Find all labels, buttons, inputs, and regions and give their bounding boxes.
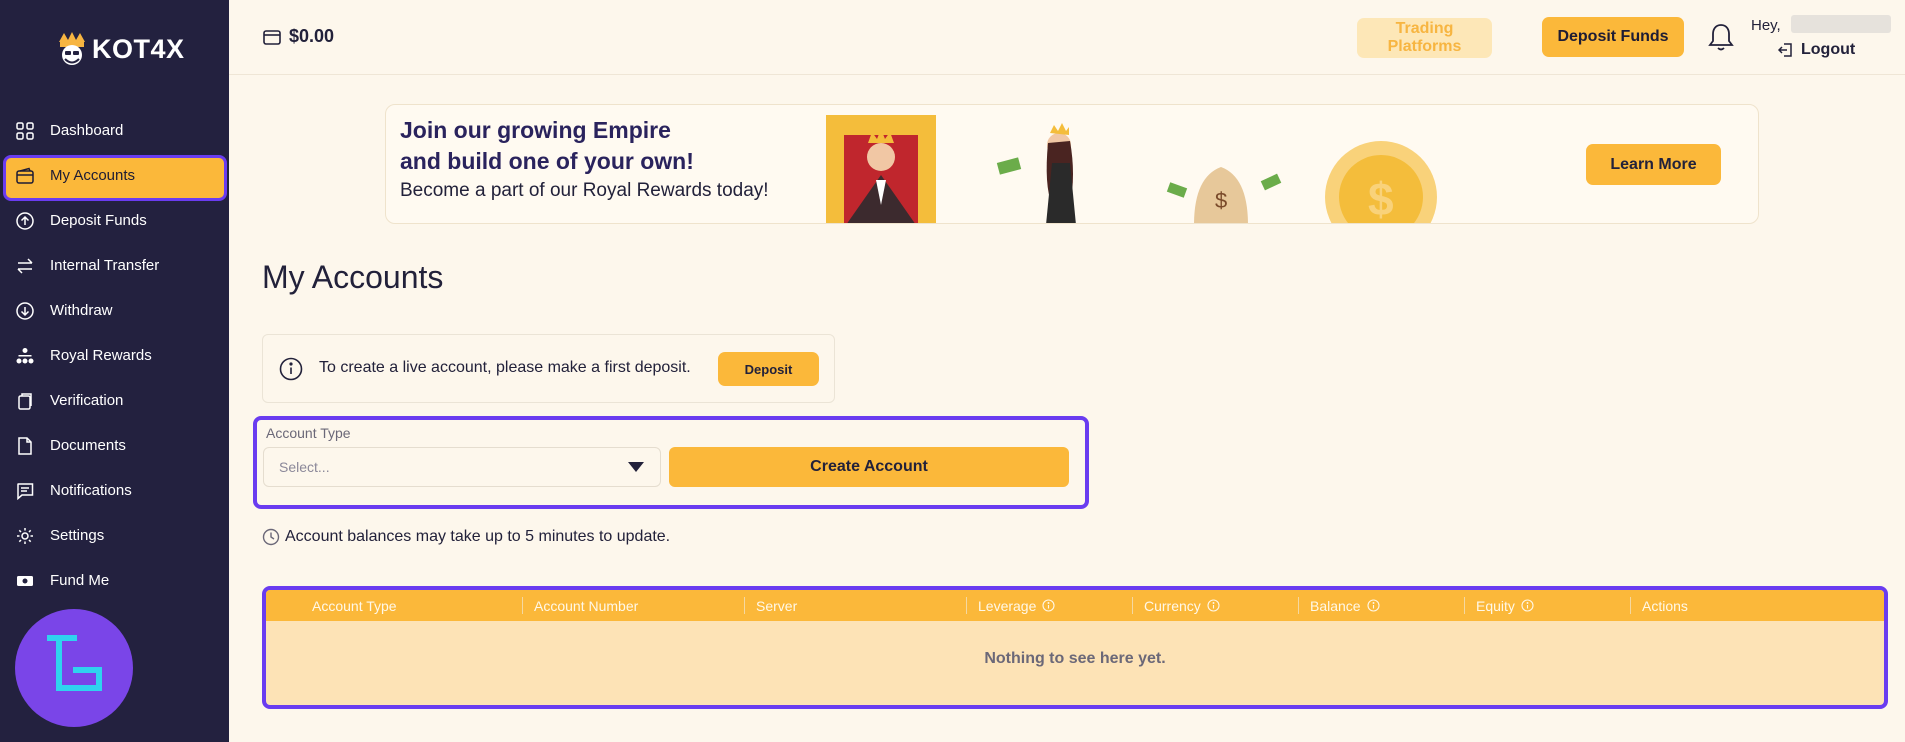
sidebar-item-label: Royal Rewards — [50, 347, 152, 364]
banner-illustration: $ $ — [826, 115, 1437, 224]
account-type-select[interactable]: Select... — [263, 447, 661, 487]
sidebar: KOT4X Dashboard My Accounts Deposit Fund… — [0, 0, 229, 742]
svg-text:$: $ — [1215, 188, 1227, 213]
learn-more-button[interactable]: Learn More — [1586, 144, 1721, 185]
column-header-server: Server — [744, 590, 797, 621]
page-title: My Accounts — [262, 259, 444, 295]
info-icon[interactable] — [1207, 599, 1220, 612]
sidebar-item-internal-transfer[interactable]: Internal Transfer — [0, 243, 229, 288]
wallet-icon — [263, 29, 281, 45]
sidebar-item-dashboard[interactable]: Dashboard — [0, 108, 229, 153]
arrow-up-circle-icon — [15, 211, 35, 231]
deposit-funds-button[interactable]: Deposit Funds — [1542, 17, 1684, 57]
wallet-icon — [15, 166, 35, 186]
promo-banner: Join our growing Empire and build one of… — [385, 104, 1759, 224]
document-copy-icon — [15, 391, 35, 411]
king-logo-icon — [59, 32, 85, 65]
hierarchy-icon — [15, 346, 35, 366]
svg-text:$: $ — [1368, 173, 1394, 224]
column-header-balance: Balance — [1298, 590, 1380, 621]
sidebar-item-label: My Accounts — [50, 167, 136, 184]
sidebar-item-royal-rewards[interactable]: Royal Rewards — [0, 333, 229, 378]
username-redacted — [1791, 15, 1891, 33]
sidebar-item-notifications[interactable]: Notifications — [0, 468, 229, 513]
balance-update-note: Account balances may take up to 5 minute… — [262, 528, 670, 546]
trading-platforms-button[interactable]: Trading Platforms — [1357, 18, 1492, 58]
message-icon — [15, 481, 35, 501]
transfer-arrows-icon — [15, 256, 35, 276]
balance-value: $0.00 — [289, 26, 335, 46]
deposit-button[interactable]: Deposit — [718, 352, 819, 386]
header-divider — [229, 74, 1905, 75]
sidebar-item-label: Verification — [50, 392, 124, 409]
note-text: Account balances may take up to 5 minute… — [285, 528, 671, 545]
arrow-down-circle-icon — [15, 301, 35, 321]
banner-subtext: Become a part of our Royal Rewards today… — [400, 180, 769, 201]
clock-icon — [262, 528, 280, 546]
sidebar-item-verification[interactable]: Verification — [0, 378, 229, 423]
logout-icon — [1777, 43, 1792, 57]
cash-icon — [15, 571, 35, 591]
sidebar-nav: Dashboard My Accounts Deposit Funds Inte… — [0, 108, 229, 603]
info-icon[interactable] — [1367, 599, 1380, 612]
brand-name: KOT4X — [92, 33, 185, 64]
sidebar-item-fund-me[interactable]: Fund Me — [0, 558, 229, 603]
sidebar-item-settings[interactable]: Settings — [0, 513, 229, 558]
column-header-equity: Equity — [1464, 590, 1534, 621]
table-header: Account Type Account Number Server Lever… — [266, 590, 1884, 621]
info-icon — [279, 357, 303, 381]
sidebar-item-label: Withdraw — [50, 302, 113, 319]
info-icon[interactable] — [1042, 599, 1055, 612]
brand-logo[interactable]: KOT4X — [56, 30, 185, 68]
sidebar-item-label: Internal Transfer — [50, 257, 160, 274]
file-icon — [15, 436, 35, 456]
sidebar-item-label: Dashboard — [50, 122, 124, 139]
logout-link[interactable]: Logout — [1777, 41, 1855, 59]
column-header-actions: Actions — [1630, 590, 1688, 621]
create-account-button[interactable]: Create Account — [669, 447, 1069, 487]
greeting-text: Hey, — [1751, 17, 1781, 34]
sidebar-item-deposit-funds[interactable]: Deposit Funds — [0, 198, 229, 243]
empty-state-text: Nothing to see here yet. — [984, 650, 1166, 667]
bell-icon[interactable] — [1708, 22, 1734, 52]
info-icon[interactable] — [1521, 599, 1534, 612]
caret-down-icon — [628, 462, 644, 472]
account-type-label: Account Type — [266, 425, 351, 441]
sidebar-item-my-accounts[interactable]: My Accounts — [0, 153, 229, 201]
column-header-currency: Currency — [1132, 590, 1220, 621]
sidebar-item-label: Settings — [50, 527, 105, 544]
gear-icon — [15, 526, 35, 546]
sidebar-item-label: Fund Me — [50, 572, 110, 589]
column-header-account-type: Account Type — [312, 597, 397, 614]
accounts-table: Account Type Account Number Server Lever… — [262, 586, 1888, 709]
notice-text: To create a live account, please make a … — [319, 359, 691, 376]
sidebar-item-label: Deposit Funds — [50, 212, 147, 229]
column-header-account-number: Account Number — [522, 590, 638, 621]
sidebar-item-withdraw[interactable]: Withdraw — [0, 288, 229, 333]
watermark-logo-icon — [15, 609, 133, 727]
banner-headline: Join our growing Empire and build one of… — [400, 117, 694, 174]
select-placeholder: Select... — [279, 459, 330, 475]
logout-label: Logout — [1801, 41, 1856, 58]
grid-icon — [15, 121, 35, 141]
sidebar-item-documents[interactable]: Documents — [0, 423, 229, 468]
sidebar-item-label: Documents — [50, 437, 126, 454]
column-header-leverage: Leverage — [966, 590, 1055, 621]
sidebar-item-label: Notifications — [50, 482, 132, 499]
wallet-balance: $0.00 — [263, 26, 334, 47]
deposit-notice: To create a live account, please make a … — [262, 334, 835, 403]
